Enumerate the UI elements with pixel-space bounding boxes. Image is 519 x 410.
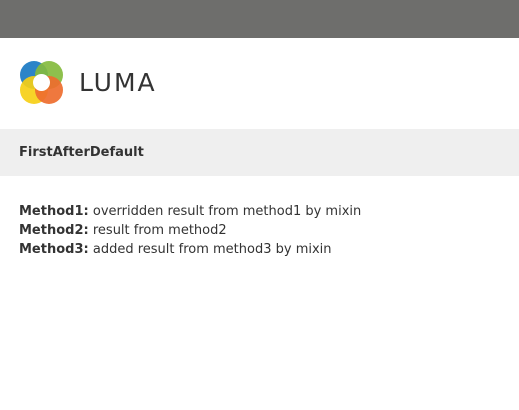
method-label: Method2: (19, 223, 89, 238)
site-header: LUMA (0, 38, 519, 129)
page-title: FirstAfterDefault (19, 145, 144, 160)
store-logo[interactable]: LUMA (19, 60, 157, 105)
logo-text: LUMA (79, 68, 157, 97)
top-bar (0, 0, 519, 38)
method-value: overridden result from method1 by mixin (92, 204, 362, 219)
method-label: Method1: (19, 204, 89, 219)
luma-logo-icon (20, 61, 63, 104)
method-row: Method2: result from method2 (19, 221, 499, 240)
method-row: Method1: overridden result from method1 … (19, 202, 499, 221)
main-content: Method1: overridden result from method1 … (19, 202, 499, 259)
method-value: result from method2 (92, 223, 227, 238)
page-title-bar: FirstAfterDefault (0, 129, 519, 176)
method-value: added result from method3 by mixin (92, 242, 332, 257)
method-label: Method3: (19, 242, 89, 257)
method-row: Method3: added result from method3 by mi… (19, 240, 499, 259)
